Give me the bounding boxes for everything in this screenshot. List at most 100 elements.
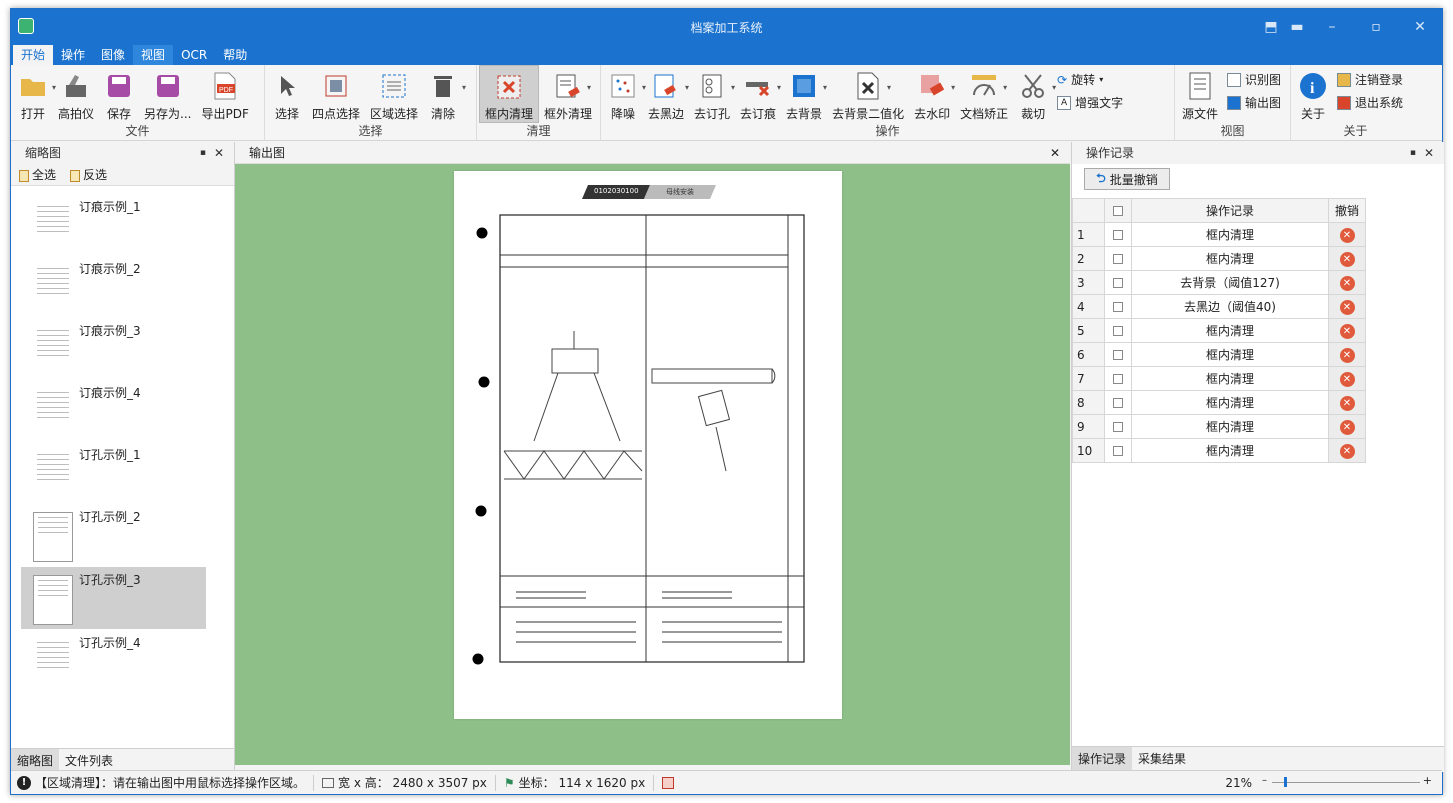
recognized-image-button[interactable]: 识别图 [1227, 71, 1281, 88]
denoise-button[interactable]: ▾ 降噪 [603, 65, 646, 123]
enhance-text-button[interactable]: A 增强文字 [1057, 94, 1123, 111]
tab-view[interactable]: 视图 [133, 45, 174, 65]
document-tag: 母线安装 [666, 188, 694, 196]
export-pdf-button[interactable]: PDF 导出PDF [196, 65, 253, 123]
clipboard-icon [19, 169, 29, 182]
pin-icon[interactable]: ▪ [1410, 142, 1416, 164]
undo-row-icon[interactable]: ✕ [1339, 419, 1355, 435]
outer-clean-button[interactable]: ▾ 框外清理 [539, 65, 597, 123]
batch-undo-button[interactable]: ⮌ 批量撤销 [1084, 168, 1170, 190]
source-file-button[interactable]: 源文件 [1177, 65, 1223, 123]
remove-staple-marks-button[interactable]: ▾ 去订痕 [735, 65, 781, 123]
inner-clean-button[interactable]: 框内清理 [479, 65, 540, 123]
status-bar: ! 【区域清理】：请在输出图中用鼠标选择操作区域。 宽 x 高： 2480 x 3… [11, 770, 1442, 794]
close-icon[interactable]: ✕ [1050, 142, 1060, 164]
close-icon[interactable]: ✕ [1424, 142, 1434, 164]
row-checkbox[interactable] [1113, 374, 1123, 384]
list-item[interactable]: 订痕示例_3 [21, 318, 206, 380]
table-row[interactable]: 1 框内清理 ✕ [1072, 222, 1366, 247]
row-checkbox[interactable] [1113, 350, 1123, 360]
save-as-button[interactable]: 另存为... [139, 65, 196, 123]
table-row[interactable]: 3 去背景（阈值127) ✕ [1072, 270, 1366, 295]
maximize-button[interactable]: ▫ [1354, 19, 1398, 35]
zoom-thumb[interactable] [1284, 777, 1287, 787]
remove-background-button[interactable]: ▾ 去背景 [781, 65, 827, 123]
remove-holes-button[interactable]: ▾ 去订孔 [689, 65, 735, 123]
undo-row-icon[interactable]: ✕ [1339, 323, 1355, 339]
remove-bg-binarize-button[interactable]: ▾ 去背景二值化 [827, 65, 909, 123]
exit-button[interactable]: 退出系统 [1337, 94, 1403, 111]
table-row[interactable]: 7 框内清理 ✕ [1072, 366, 1366, 391]
row-checkbox[interactable] [1113, 278, 1123, 288]
document-page[interactable]: 0102030100 母线安装 [454, 171, 842, 719]
region-select-button[interactable]: 区域选择 [365, 65, 423, 123]
tab-ocr[interactable]: OCR [173, 45, 215, 65]
tab-start[interactable]: 开始 [13, 45, 54, 65]
pin-icon[interactable]: ▪ [200, 142, 206, 164]
close-icon[interactable]: ✕ [214, 142, 224, 164]
row-checkbox[interactable] [1113, 446, 1123, 456]
theme-icon[interactable]: ⬒ [1258, 19, 1284, 35]
tab-capture-results[interactable]: 采集结果 [1132, 747, 1192, 772]
select-button[interactable]: 选择 [267, 65, 307, 123]
row-checkbox[interactable] [1113, 302, 1123, 312]
four-point-select-button[interactable]: 四点选择 [307, 65, 365, 123]
about-button[interactable]: i 关于 [1293, 65, 1333, 123]
layout-icon[interactable]: ▬ [1284, 19, 1310, 35]
scanner-button[interactable]: 高拍仪 [53, 65, 99, 123]
zoom-slider[interactable]: – + [1262, 774, 1432, 789]
grid-icon[interactable] [662, 776, 675, 789]
tab-thumbnails[interactable]: 缩略图 [11, 749, 60, 772]
table-row[interactable]: 8 框内清理 ✕ [1072, 390, 1366, 415]
crop-button[interactable]: ▾ 裁切 [1013, 65, 1056, 123]
minimize-button[interactable]: – [1310, 19, 1354, 35]
undo-row-icon[interactable]: ✕ [1339, 371, 1355, 387]
row-checkbox[interactable] [1113, 398, 1123, 408]
clear-button[interactable]: ▾ 清除 [423, 65, 466, 123]
row-number: 4 [1072, 294, 1105, 319]
table-row[interactable]: 6 框内清理 ✕ [1072, 342, 1366, 367]
select-all-button[interactable]: 全选 [19, 166, 56, 183]
row-record: 框内清理 [1131, 390, 1329, 415]
list-item[interactable]: 订孔示例_2 [21, 504, 206, 566]
tab-operate[interactable]: 操作 [53, 45, 93, 65]
remove-black-edge-button[interactable]: ▾ 去黑边 [643, 65, 689, 123]
select-all-checkbox[interactable] [1113, 206, 1123, 216]
open-button[interactable]: ▾ 打开 [13, 65, 56, 123]
save-button[interactable]: 保存 [99, 65, 139, 123]
undo-row-icon[interactable]: ✕ [1339, 443, 1355, 459]
row-checkbox[interactable] [1113, 326, 1123, 336]
undo-row-icon[interactable]: ✕ [1339, 395, 1355, 411]
tab-help[interactable]: 帮助 [215, 45, 255, 65]
undo-row-icon[interactable]: ✕ [1339, 347, 1355, 363]
remove-watermark-button[interactable]: ▾ 去水印 [909, 65, 955, 123]
table-row[interactable]: 9 框内清理 ✕ [1072, 414, 1366, 439]
logout-button[interactable]: 注销登录 [1337, 71, 1403, 88]
row-checkbox[interactable] [1113, 254, 1123, 264]
table-row[interactable]: 4 去黑边（阈值40) ✕ [1072, 294, 1366, 319]
tab-file-list[interactable]: 文件列表 [59, 749, 119, 772]
undo-row-icon[interactable]: ✕ [1339, 227, 1355, 243]
undo-row-icon[interactable]: ✕ [1339, 299, 1355, 315]
table-row[interactable]: 2 框内清理 ✕ [1072, 246, 1366, 271]
invert-selection-button[interactable]: 反选 [70, 166, 107, 183]
list-item[interactable]: 订孔示例_4 [21, 630, 206, 692]
undo-row-icon[interactable]: ✕ [1339, 251, 1355, 267]
list-item[interactable]: 订孔示例_3 [21, 567, 206, 629]
tab-operation-log[interactable]: 操作记录 [1072, 747, 1133, 772]
tab-image[interactable]: 图像 [93, 45, 133, 65]
row-checkbox[interactable] [1113, 230, 1123, 240]
row-checkbox[interactable] [1113, 422, 1123, 432]
output-image-button[interactable]: 输出图 [1227, 94, 1281, 111]
table-row[interactable]: 5 框内清理 ✕ [1072, 318, 1366, 343]
image-size: 宽 x 高： 2480 x 3507 px [338, 776, 487, 790]
list-item[interactable]: 订痕示例_1 [21, 194, 206, 256]
list-item[interactable]: 订痕示例_2 [21, 256, 206, 318]
undo-row-icon[interactable]: ✕ [1339, 275, 1355, 291]
deskew-button[interactable]: ▾ 文档矫正 [955, 65, 1013, 123]
close-button[interactable]: ✕ [1398, 19, 1442, 35]
list-item[interactable]: 订孔示例_1 [21, 442, 206, 504]
table-row[interactable]: 10 框内清理 ✕ [1072, 438, 1366, 463]
list-item[interactable]: 订痕示例_4 [21, 380, 206, 442]
rotate-button[interactable]: ⟳ 旋转 ▾ [1057, 71, 1123, 88]
